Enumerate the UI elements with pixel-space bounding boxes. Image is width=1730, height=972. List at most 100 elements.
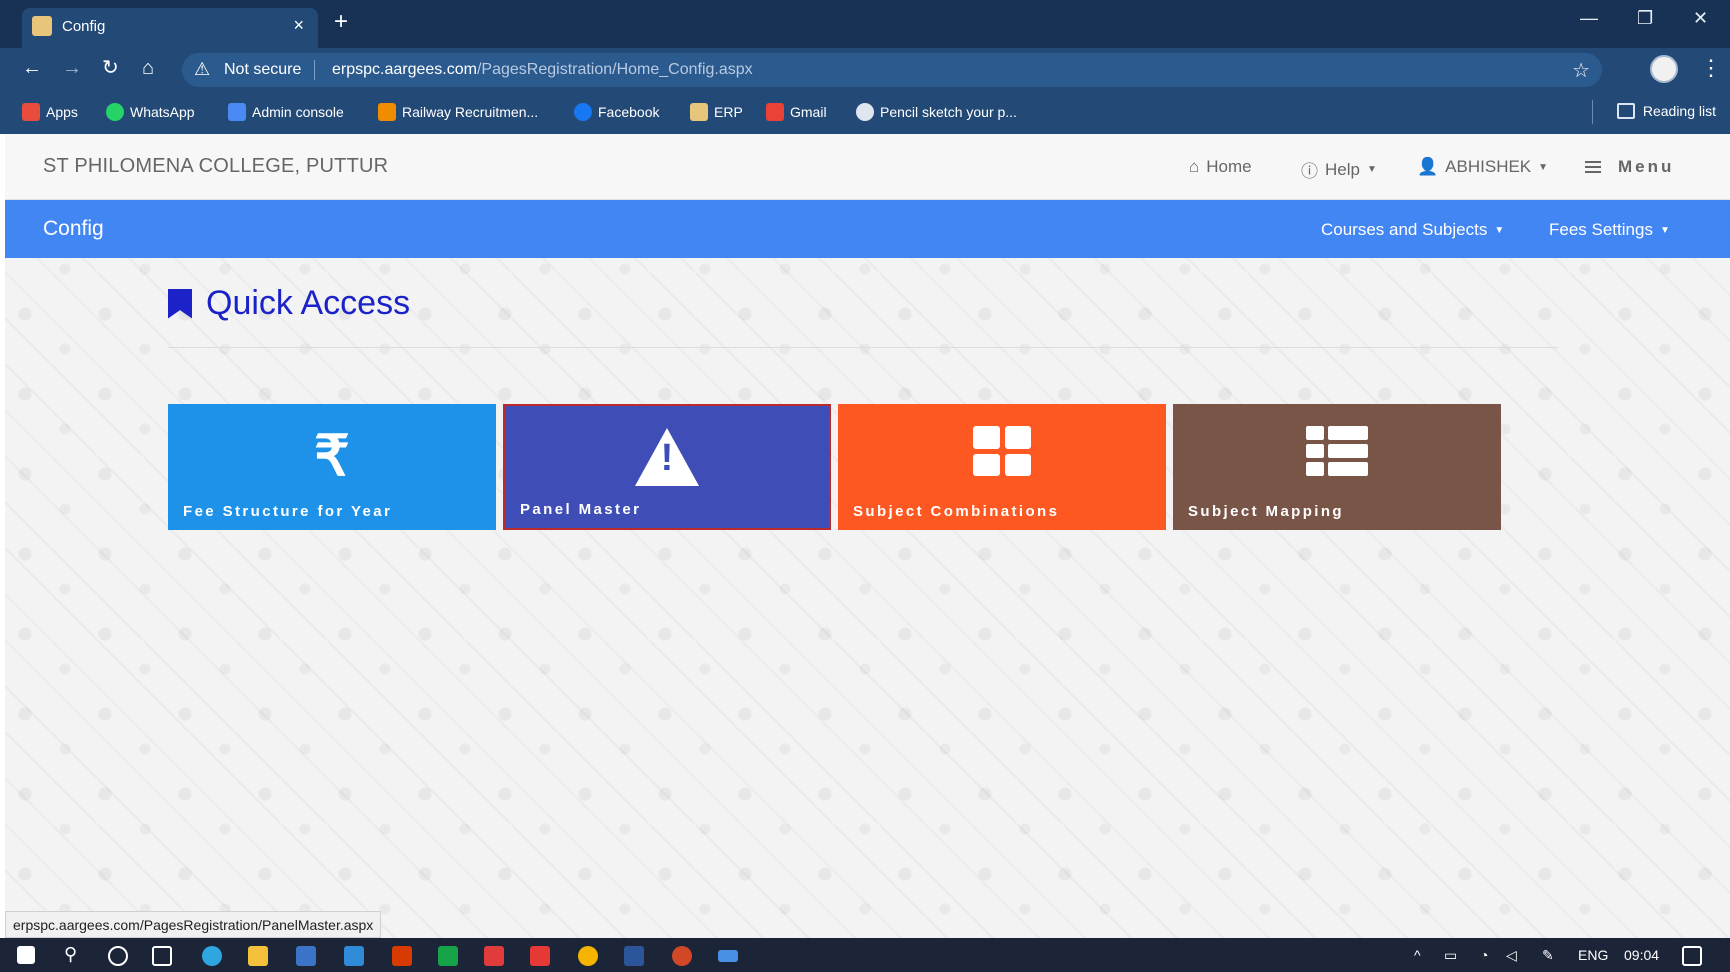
- tile-panel-master[interactable]: Panel Master: [503, 404, 831, 530]
- url-host: erpspc.aargees.com: [332, 61, 477, 78]
- window-close-icon[interactable]: ✕: [1693, 8, 1708, 29]
- bookmark-label: Admin console: [252, 104, 344, 120]
- nav-menu[interactable]: Menu: [1585, 157, 1674, 177]
- bookmark-whatsapp[interactable]: WhatsApp: [106, 103, 195, 121]
- bookmark-label: Facebook: [598, 104, 660, 120]
- url-text[interactable]: erpspc.aargees.com/PagesRegistration/Hom…: [332, 61, 753, 79]
- list-icon: [1306, 426, 1368, 476]
- keyboard-icon[interactable]: [718, 950, 738, 962]
- fees-dropdown[interactable]: Fees Settings ▼: [1549, 220, 1670, 240]
- language-indicator[interactable]: ENG: [1578, 947, 1608, 963]
- rupee-icon: ₹: [314, 424, 350, 487]
- warning-icon: ⚠: [194, 59, 211, 79]
- caret-down-icon: ▼: [1366, 164, 1377, 175]
- browser-tab[interactable]: Config ×: [22, 8, 318, 48]
- word-icon[interactable]: [624, 946, 644, 966]
- app-icon[interactable]: [484, 946, 504, 966]
- file-explorer-icon[interactable]: [248, 946, 268, 966]
- bookmark-icon: [168, 289, 192, 319]
- quick-access-label: Quick Access: [206, 284, 411, 322]
- bookmark-label: Apps: [46, 104, 78, 120]
- cortana-icon[interactable]: [108, 946, 128, 966]
- network-icon[interactable]: ▭: [1444, 947, 1457, 964]
- bookmarks-bar: Apps WhatsApp Admin console Railway Recr…: [0, 92, 1730, 134]
- college-name: ST PHILOMENA COLLEGE, PUTTUR: [43, 155, 389, 177]
- bookmark-erp[interactable]: ERP: [690, 103, 743, 121]
- tile-label: Panel Master: [520, 501, 642, 518]
- tile-label: Fee Structure for Year: [183, 503, 393, 520]
- nav-user-label: ABHISHEK: [1445, 157, 1532, 176]
- back-icon[interactable]: ←: [22, 58, 42, 78]
- tray-expand-icon[interactable]: ^: [1414, 947, 1421, 963]
- link-status-bubble: erpspc.aargees.com/PagesRegistration/Pan…: [5, 911, 382, 938]
- security-shield-icon[interactable]: [438, 946, 458, 966]
- courses-dropdown[interactable]: Courses and Subjects ▼: [1321, 220, 1504, 240]
- warning-icon: [635, 428, 699, 486]
- media-icon[interactable]: [530, 946, 550, 966]
- section-bar: Config Courses and Subjects ▼ Fees Settin…: [5, 200, 1730, 258]
- tile-fee-structure[interactable]: ₹ Fee Structure for Year: [168, 404, 496, 530]
- clock[interactable]: 09:04: [1624, 947, 1659, 963]
- home-icon[interactable]: ⌂: [142, 58, 154, 78]
- bookmark-apps[interactable]: Apps: [22, 103, 78, 121]
- pen-icon[interactable]: ✎: [1542, 947, 1554, 964]
- restore-icon[interactable]: ❐: [1637, 8, 1653, 29]
- railway-icon: [378, 103, 396, 121]
- windows-start-icon[interactable]: [17, 946, 35, 964]
- url-path: /PagesRegistration/Home_Config.aspx: [476, 61, 753, 78]
- hamburger-icon: [1585, 161, 1601, 173]
- whatsapp-icon: [106, 103, 124, 121]
- site-favicon-icon: [32, 16, 52, 36]
- store-icon[interactable]: [296, 946, 316, 966]
- search-icon[interactable]: ⚲: [64, 944, 77, 965]
- nav-help[interactable]: ⓘ Help ▼: [1301, 157, 1377, 182]
- gmail-icon: [766, 103, 784, 121]
- reading-list-button[interactable]: Reading list: [1616, 103, 1716, 119]
- nav-user[interactable]: 👤 ABHISHEK ▼: [1417, 157, 1548, 177]
- tab-close-icon[interactable]: ×: [293, 15, 304, 36]
- page-viewport: ST PHILOMENA COLLEGE, PUTTUR ⌂ Home ⓘ Help…: [5, 134, 1730, 938]
- bookmark-label: WhatsApp: [130, 104, 195, 120]
- mail-icon[interactable]: [344, 946, 364, 966]
- task-view-icon[interactable]: [152, 946, 172, 966]
- tile-subject-mapping[interactable]: Subject Mapping: [1173, 404, 1501, 530]
- reload-icon[interactable]: ↻: [102, 58, 119, 78]
- edge-icon[interactable]: [202, 946, 222, 966]
- tile-subject-combinations[interactable]: Subject Combinations: [838, 404, 1166, 530]
- bookmark-railway[interactable]: Railway Recruitmen...: [378, 103, 538, 121]
- minimize-icon[interactable]: —: [1580, 8, 1598, 29]
- user-icon: 👤: [1417, 157, 1439, 176]
- bookmarks-separator: [1592, 100, 1593, 124]
- grid-icon: [973, 426, 1031, 476]
- facebook-icon: [574, 103, 592, 121]
- reading-list-label: Reading list: [1642, 103, 1716, 119]
- bookmark-star-icon[interactable]: ☆: [1572, 58, 1590, 83]
- tab-title: Config: [62, 18, 106, 35]
- wifi-icon[interactable]: ◔: [1480, 947, 1488, 963]
- bookmark-gmail[interactable]: Gmail: [766, 103, 827, 121]
- office-icon[interactable]: [392, 946, 412, 966]
- home-icon: ⌂: [1189, 157, 1200, 176]
- site-header: ST PHILOMENA COLLEGE, PUTTUR ⌂ Home ⓘ Help…: [5, 134, 1730, 200]
- bookmark-admin-console[interactable]: Admin console: [228, 103, 344, 121]
- nav-home[interactable]: ⌂ Home: [1189, 157, 1252, 177]
- globe-icon: [856, 103, 874, 121]
- caret-down-icon: ▼: [1659, 224, 1670, 236]
- address-bar[interactable]: ⚠ Not secure erpspc.aargees.com/PagesReg…: [182, 53, 1602, 87]
- browser-chrome: Config × + — ❐ ✕ ← → ↻ ⌂ ⚠ Not secure er…: [0, 0, 1730, 134]
- bookmark-facebook[interactable]: Facebook: [574, 103, 659, 121]
- browser-menu-icon[interactable]: ⋮: [1700, 57, 1722, 79]
- new-tab-button[interactable]: +: [334, 10, 348, 34]
- chrome-icon[interactable]: [578, 946, 598, 966]
- notifications-icon[interactable]: [1682, 946, 1702, 966]
- powerpoint-icon[interactable]: [672, 946, 692, 966]
- profile-avatar[interactable]: [1650, 55, 1678, 83]
- admin-icon: [228, 103, 246, 121]
- nav-help-label: Help: [1325, 159, 1360, 179]
- browser-toolbar: ← → ↻ ⌂ ⚠ Not secure erpspc.aargees.com/…: [0, 48, 1730, 92]
- forward-icon[interactable]: →: [62, 58, 82, 78]
- heading-divider: [168, 347, 1558, 348]
- bookmark-pencil-sketch[interactable]: Pencil sketch your p...: [856, 103, 1017, 121]
- bookmark-label: Railway Recruitmen...: [402, 104, 539, 120]
- volume-icon[interactable]: ◁: [1506, 947, 1517, 964]
